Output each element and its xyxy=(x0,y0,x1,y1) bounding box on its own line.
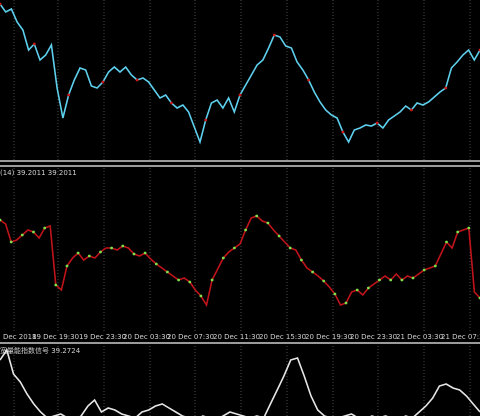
oscillator-indicator-panel[interactable] xyxy=(0,346,480,416)
time-axis-label: 20 Dec 07:30 xyxy=(167,333,215,341)
rsi-point xyxy=(210,278,214,282)
time-axis-label: 20 Dec 23:30 xyxy=(350,333,398,341)
time-axis: Dec 2018 19 Dec 19:30 19 Dec 23:30 20 De… xyxy=(0,333,480,342)
rsi-point xyxy=(400,278,404,282)
rsi-point xyxy=(355,288,359,292)
rsi-chart xyxy=(0,168,480,333)
panel-separator[interactable] xyxy=(0,160,480,162)
rsi-point xyxy=(121,244,125,248)
rsi-point xyxy=(76,251,80,255)
rsi-point xyxy=(411,276,415,280)
rsi-point xyxy=(99,250,102,254)
rsi-point xyxy=(445,240,448,244)
rsi-point xyxy=(143,251,147,255)
rsi-point xyxy=(456,230,460,234)
rsi-point xyxy=(166,270,169,274)
rsi-point xyxy=(132,252,136,256)
rsi-point xyxy=(32,230,35,234)
rsi-point xyxy=(233,246,236,250)
rsi-point xyxy=(322,279,326,283)
price-point xyxy=(32,42,36,46)
time-axis-label: 20 Dec 03:30 xyxy=(123,333,171,341)
rsi-point xyxy=(154,262,158,266)
time-axis-label: 20 Dec 19:30 xyxy=(305,333,353,341)
rsi-point xyxy=(378,278,381,282)
price-point xyxy=(238,93,242,97)
rsi-point xyxy=(433,264,437,268)
rsi-point xyxy=(20,233,24,237)
rsi-point xyxy=(43,226,47,230)
rsi-point xyxy=(244,228,248,232)
rsi-point xyxy=(87,254,91,258)
price-point xyxy=(101,80,105,84)
rsi-point xyxy=(422,268,426,272)
rsi-point xyxy=(389,278,393,282)
time-axis-label: 19 Dec 23:30 xyxy=(79,333,127,341)
price-point xyxy=(135,78,139,82)
oscillator-line xyxy=(0,348,480,416)
rsi-point xyxy=(333,292,337,296)
rsi-point xyxy=(221,256,225,260)
rsi-point xyxy=(199,294,203,298)
rsi-point xyxy=(54,283,58,287)
rsi-point xyxy=(467,226,471,230)
price-chart-panel[interactable] xyxy=(0,0,480,160)
rsi-point xyxy=(311,270,314,274)
panel-separator[interactable] xyxy=(0,342,480,344)
price-point xyxy=(410,108,413,112)
rsi-point xyxy=(277,234,281,238)
price-point xyxy=(204,118,208,122)
price-point xyxy=(67,93,70,97)
time-axis-label: 21 Dec 03:30 xyxy=(396,333,444,341)
oscillator-chart xyxy=(0,346,480,416)
price-chart xyxy=(0,0,480,160)
rsi-point xyxy=(177,278,181,282)
price-point xyxy=(375,121,379,125)
rsi-indicator-panel[interactable] xyxy=(0,168,480,333)
price-line xyxy=(0,3,480,145)
rsi-point xyxy=(266,221,270,225)
rsi-point xyxy=(9,240,13,244)
time-axis-label: 21 Dec 07:30 xyxy=(441,333,480,341)
rsi-line xyxy=(0,215,480,308)
rsi-point xyxy=(188,280,192,284)
rsi-point xyxy=(255,214,259,218)
time-axis-label: 20 Dec 15:30 xyxy=(259,333,307,341)
price-point xyxy=(341,130,345,134)
panel-separator[interactable] xyxy=(0,165,480,167)
time-axis-label: 20 Dec 11:30 xyxy=(213,333,261,341)
price-point xyxy=(444,86,448,90)
price-point xyxy=(170,101,173,105)
rsi-point xyxy=(300,258,303,262)
price-point xyxy=(307,78,310,82)
time-axis-label: 19 Dec 19:30 xyxy=(32,333,80,341)
rsi-point xyxy=(110,246,113,250)
price-point xyxy=(272,33,276,37)
rsi-point xyxy=(367,286,370,290)
rsi-point xyxy=(288,246,292,250)
rsi-point xyxy=(344,301,348,305)
rsi-point xyxy=(65,264,69,268)
